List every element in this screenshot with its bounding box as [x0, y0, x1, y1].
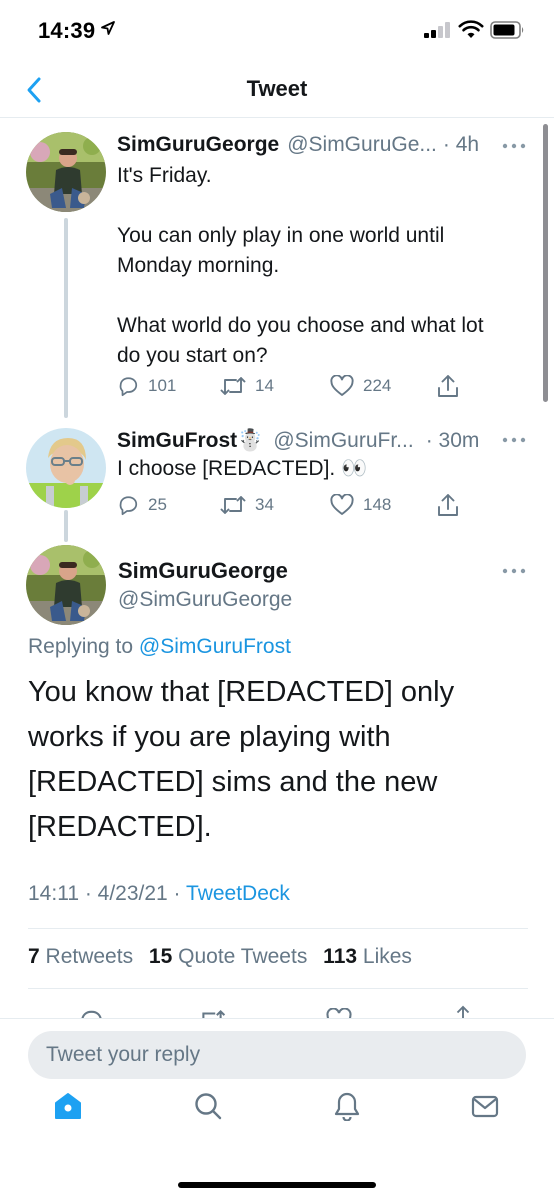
user-handle: @SimGuruFr...	[273, 429, 414, 452]
location-arrow-icon	[101, 21, 115, 35]
likes-label: Likes	[362, 945, 412, 968]
tab-home[interactable]	[48, 1086, 88, 1126]
tweet-actions	[0, 978, 554, 1018]
retweets-count: 7	[28, 945, 40, 968]
share-icon	[438, 375, 458, 397]
like-icon	[330, 494, 354, 515]
tweet-time: · 30m	[425, 429, 480, 452]
share-action[interactable]	[437, 374, 468, 398]
avatar[interactable]	[26, 132, 106, 212]
replying-to-link[interactable]: @SimGuruFrost	[139, 635, 291, 658]
user-handle[interactable]: @SimGuruGeorge	[118, 588, 292, 612]
notifications-icon	[334, 1092, 360, 1121]
reply-icon	[119, 377, 138, 397]
tab-messages[interactable]	[465, 1086, 505, 1126]
user-handle: @SimGuruGe...	[287, 133, 437, 156]
search-icon	[195, 1093, 222, 1120]
scrollbar[interactable]	[543, 124, 548, 402]
wifi-icon	[458, 20, 484, 38]
tweet-time: · 4h	[442, 133, 480, 156]
tab-search[interactable]	[188, 1086, 228, 1126]
share-icon[interactable]	[452, 1005, 474, 1018]
retweet-action[interactable]: 34	[220, 494, 274, 516]
avatar[interactable]	[26, 428, 106, 508]
navigation-header: Tweet	[0, 62, 554, 118]
page-title: Tweet	[246, 76, 308, 101]
retweet-count: 34	[255, 495, 274, 514]
thread-connector	[64, 510, 68, 542]
like-action[interactable]: 148	[330, 494, 391, 516]
reply-input[interactable]: Tweet your reply	[28, 1031, 526, 1079]
avatar[interactable]	[26, 545, 106, 625]
retweet-icon	[220, 496, 246, 514]
like-icon	[330, 375, 354, 396]
more-icon[interactable]	[502, 143, 526, 149]
thread-connector	[64, 218, 68, 418]
reply-action[interactable]: 101	[117, 375, 176, 397]
more-icon[interactable]	[502, 437, 526, 443]
retweets-stat[interactable]: 7 Retweets	[28, 945, 133, 968]
more-icon[interactable]	[502, 568, 526, 574]
battery-icon	[490, 21, 524, 39]
likes-stat[interactable]: 113 Likes	[323, 945, 412, 968]
like-icon[interactable]	[326, 1008, 352, 1018]
reply-icon[interactable]	[78, 1008, 104, 1018]
divider	[28, 928, 528, 929]
cellular-signal-icon	[424, 22, 450, 38]
quotes-label: Quote Tweets	[178, 945, 308, 968]
share-action[interactable]	[437, 493, 468, 517]
retweet-count: 14	[255, 376, 274, 395]
display-name[interactable]: SimGuruGeorge	[117, 133, 279, 157]
home-icon	[55, 1093, 81, 1119]
tweet-text: You know that [REDACTED] only works if y…	[28, 676, 455, 843]
retweet-icon	[220, 377, 246, 395]
tweet-stats: 7 Retweets 15 Quote Tweets 113 Likes	[28, 945, 412, 969]
quotes-stat[interactable]: 15 Quote Tweets	[149, 945, 307, 968]
status-time: 14:39	[38, 18, 96, 43]
replying-label: Replying to	[28, 635, 134, 658]
reply-action[interactable]: 25	[117, 494, 167, 516]
tweet-text: I choose [REDACTED]. 👀	[117, 457, 368, 480]
tweet-header: SimGuFrost ☃️ @SimGuruFr... · 30m	[117, 428, 479, 453]
tab-notifications[interactable]	[327, 1086, 367, 1126]
retweet-action[interactable]: 14	[220, 375, 274, 397]
tweet-header: SimGuruGeorge @SimGuruGe... · 4h	[117, 133, 479, 157]
like-count: 224	[363, 376, 392, 395]
snowman-emoji: ☃️	[237, 428, 264, 452]
home-indicator[interactable]	[178, 1182, 376, 1188]
quotes-count: 15	[148, 945, 173, 968]
like-count: 148	[363, 495, 392, 514]
status-bar: 14:39	[0, 0, 554, 62]
share-icon	[438, 494, 458, 516]
reply-count: 25	[148, 495, 167, 514]
retweet-icon[interactable]	[198, 1008, 226, 1018]
like-action[interactable]: 224	[330, 375, 391, 397]
tweet-timestamp: 14:11 · 4/23/21 ·	[28, 882, 181, 905]
tweet-source-link[interactable]: TweetDeck	[186, 882, 290, 905]
tweet-meta: 14:11 · 4/23/21 · TweetDeck	[28, 882, 290, 906]
display-name[interactable]: SimGuFrost	[117, 429, 237, 453]
tweet-text: It's Friday. You can only play in one wo…	[117, 164, 484, 367]
display-name[interactable]: SimGuruGeorge	[118, 558, 288, 584]
replying-to: Replying to @SimGuruFrost	[28, 635, 291, 659]
reply-count: 101	[148, 376, 177, 395]
likes-count: 113	[323, 945, 358, 968]
reply-icon	[119, 496, 138, 516]
messages-icon	[471, 1095, 499, 1118]
retweets-label: Retweets	[45, 945, 134, 968]
